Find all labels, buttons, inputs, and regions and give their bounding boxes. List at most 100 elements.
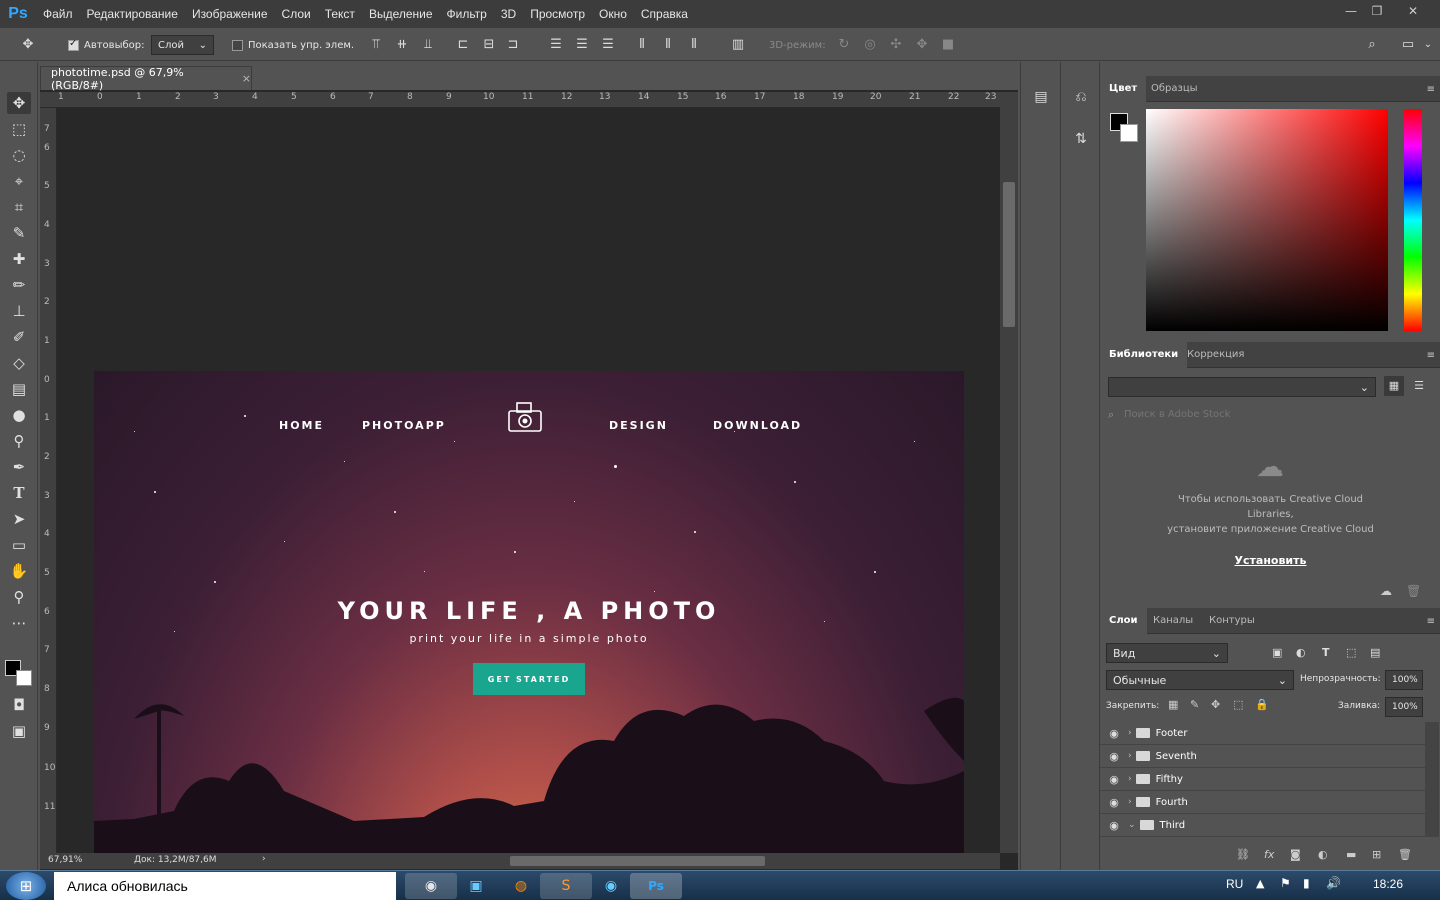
clock[interactable]: 18:26: [1373, 877, 1403, 891]
chevron-right-icon[interactable]: ›: [1128, 774, 1132, 784]
layer-row[interactable]: ◉ › Footer: [1100, 722, 1425, 745]
zoom-level[interactable]: 67,91%: [48, 855, 82, 865]
site-nav-home[interactable]: HOME: [279, 419, 324, 432]
tray-volume-icon[interactable]: 🔊: [1326, 876, 1341, 890]
menu-edit[interactable]: Редактирование: [80, 0, 185, 28]
distribute-right-icon[interactable]: ⦀: [686, 37, 702, 53]
notification-bar[interactable]: Алиса обновилась: [54, 872, 396, 900]
more-tools-icon[interactable]: ⋯: [7, 612, 31, 634]
adjustment-layer-icon[interactable]: ◐: [1318, 848, 1328, 861]
healing-tool-icon[interactable]: ✚: [7, 248, 31, 270]
screen-mode-icon[interactable]: ▣: [7, 720, 31, 742]
marquee-tool-icon[interactable]: ⬚: [7, 118, 31, 140]
autoselect-checkbox[interactable]: [68, 38, 79, 51]
align-vcenter-icon[interactable]: ⧺: [394, 37, 410, 53]
menu-layers[interactable]: Слои: [275, 0, 318, 28]
stamp-tool-icon[interactable]: ⊥: [7, 300, 31, 322]
lock-transparency-icon[interactable]: ▦: [1168, 698, 1178, 711]
menu-image[interactable]: Изображение: [185, 0, 275, 28]
tab-paths[interactable]: Контуры: [1200, 608, 1264, 634]
menu-3d[interactable]: 3D: [494, 0, 523, 28]
filter-type-icon[interactable]: T: [1322, 646, 1330, 659]
3d-pan-icon[interactable]: ✣: [888, 37, 904, 53]
menu-filter[interactable]: Фильтр: [440, 0, 494, 28]
library-dropdown[interactable]: ⌄: [1108, 377, 1376, 397]
panel-menu-icon[interactable]: ≡: [1427, 84, 1435, 95]
filter-smart-object-icon[interactable]: ▤: [1370, 646, 1380, 659]
tab-channels[interactable]: Каналы: [1144, 608, 1202, 634]
chevron-right-icon[interactable]: ›: [262, 854, 266, 864]
layers-scrollbar[interactable]: [1425, 722, 1439, 837]
lock-all-icon[interactable]: 🔒: [1255, 698, 1269, 711]
delete-layer-icon[interactable]: 🗑: [1398, 848, 1412, 861]
align-bottom-icon[interactable]: ⫫: [420, 37, 436, 53]
path-select-tool-icon[interactable]: ➤: [7, 508, 31, 530]
horizontal-scrollbar-thumb[interactable]: [510, 856, 765, 866]
chevron-right-icon[interactable]: ›: [1128, 751, 1132, 761]
eye-icon[interactable]: ◉: [1100, 773, 1128, 786]
eye-icon[interactable]: ◉: [1100, 727, 1128, 740]
language-indicator[interactable]: RU: [1226, 877, 1243, 891]
menu-select[interactable]: Выделение: [362, 0, 440, 28]
background-color-swatch[interactable]: [16, 670, 32, 686]
link-layers-icon[interactable]: ⛓: [1236, 848, 1250, 861]
chevron-down-icon[interactable]: ⌄: [1128, 820, 1136, 830]
3d-scale-icon[interactable]: ■: [940, 37, 956, 53]
panel-menu-icon[interactable]: ≡: [1427, 350, 1435, 361]
menu-help[interactable]: Справка: [634, 0, 695, 28]
panel-menu-icon[interactable]: ≡: [1427, 616, 1435, 627]
new-layer-icon[interactable]: ⊞: [1372, 848, 1381, 861]
document-tab[interactable]: phototime.psd @ 67,9% (RGB/8#) ×: [40, 66, 252, 92]
eraser-tool-icon[interactable]: ◇: [7, 352, 31, 374]
distribute-bottom-icon[interactable]: ☰: [600, 37, 616, 53]
quick-mask-icon[interactable]: ◘: [7, 694, 31, 716]
lock-artboard-icon[interactable]: ⬚: [1233, 698, 1243, 711]
quick-select-tool-icon[interactable]: ⌖: [7, 170, 31, 192]
tray-action-center-icon[interactable]: ⚑: [1280, 876, 1291, 890]
stock-search-input[interactable]: [1124, 405, 1424, 423]
menu-file[interactable]: Файл: [36, 0, 80, 28]
align-hcenter-icon[interactable]: ⊟: [481, 37, 497, 53]
history-panel-icon[interactable]: ⎌: [1070, 86, 1092, 108]
start-button[interactable]: ⊞: [6, 872, 46, 900]
distribute-hcenter-icon[interactable]: ⦀: [660, 37, 676, 53]
properties-panel-icon[interactable]: ▤: [1030, 86, 1052, 108]
ruler-horizontal[interactable]: 1 0 1 2 3 4 5 6 7 8 9 10 11 12 13 14 15 …: [40, 92, 1000, 108]
type-tool-icon[interactable]: T: [7, 482, 31, 504]
restore-button[interactable]: ❐: [1360, 0, 1394, 22]
color-field[interactable]: [1146, 109, 1388, 331]
menu-view[interactable]: Просмотр: [523, 0, 592, 28]
scrollbar-thumb[interactable]: [1003, 182, 1015, 327]
layer-row[interactable]: ◉ › Fifthy: [1100, 768, 1425, 791]
hand-tool-icon[interactable]: ✋: [7, 560, 31, 582]
gradient-tool-icon[interactable]: ▤: [7, 378, 31, 400]
distribute-top-icon[interactable]: ☰: [548, 37, 564, 53]
list-view-icon[interactable]: ☰: [1409, 376, 1429, 396]
autoselect-dropdown[interactable]: Слой ⌄: [151, 35, 214, 55]
tab-swatches[interactable]: Образцы: [1142, 76, 1207, 102]
distribute-left-icon[interactable]: ⦀: [634, 37, 650, 53]
tab-adjustments[interactable]: Коррекция: [1178, 342, 1253, 368]
eyedropper-tool-icon[interactable]: ✎: [7, 222, 31, 244]
blend-mode-dropdown[interactable]: Обычные ⌄: [1106, 670, 1294, 690]
3d-rotate-icon[interactable]: ↻: [836, 37, 852, 53]
align-top-icon[interactable]: ⫪: [368, 37, 384, 53]
site-nav-photoapp[interactable]: PHOTOAPP: [362, 419, 446, 432]
chevron-right-icon[interactable]: ›: [1128, 728, 1132, 738]
close-window-button[interactable]: ✕: [1396, 0, 1430, 22]
menu-window[interactable]: Окно: [592, 0, 634, 28]
layer-row[interactable]: ◉ ⌄ Third: [1100, 814, 1425, 837]
new-group-icon[interactable]: ▬: [1346, 848, 1356, 861]
show-transform-checkbox[interactable]: [232, 39, 243, 51]
chevron-down-icon[interactable]: ⌄: [1420, 37, 1436, 53]
tab-layers[interactable]: Слои: [1100, 608, 1147, 634]
filter-shape-icon[interactable]: ⬚: [1346, 646, 1356, 659]
document-canvas[interactable]: HOME PHOTOAPP DESIGN DOWNLOAD YOUR LIFE …: [94, 371, 964, 853]
eye-icon[interactable]: ◉: [1100, 750, 1128, 763]
close-tab-icon[interactable]: ×: [242, 72, 251, 85]
trash-icon[interactable]: 🗑: [1406, 584, 1421, 598]
tray-arrow-icon[interactable]: ▲: [1256, 877, 1264, 890]
photoshop-taskbar-icon[interactable]: Ps: [630, 873, 682, 899]
tray-network-icon[interactable]: ▮: [1303, 876, 1310, 890]
eye-icon[interactable]: ◉: [1100, 819, 1128, 832]
